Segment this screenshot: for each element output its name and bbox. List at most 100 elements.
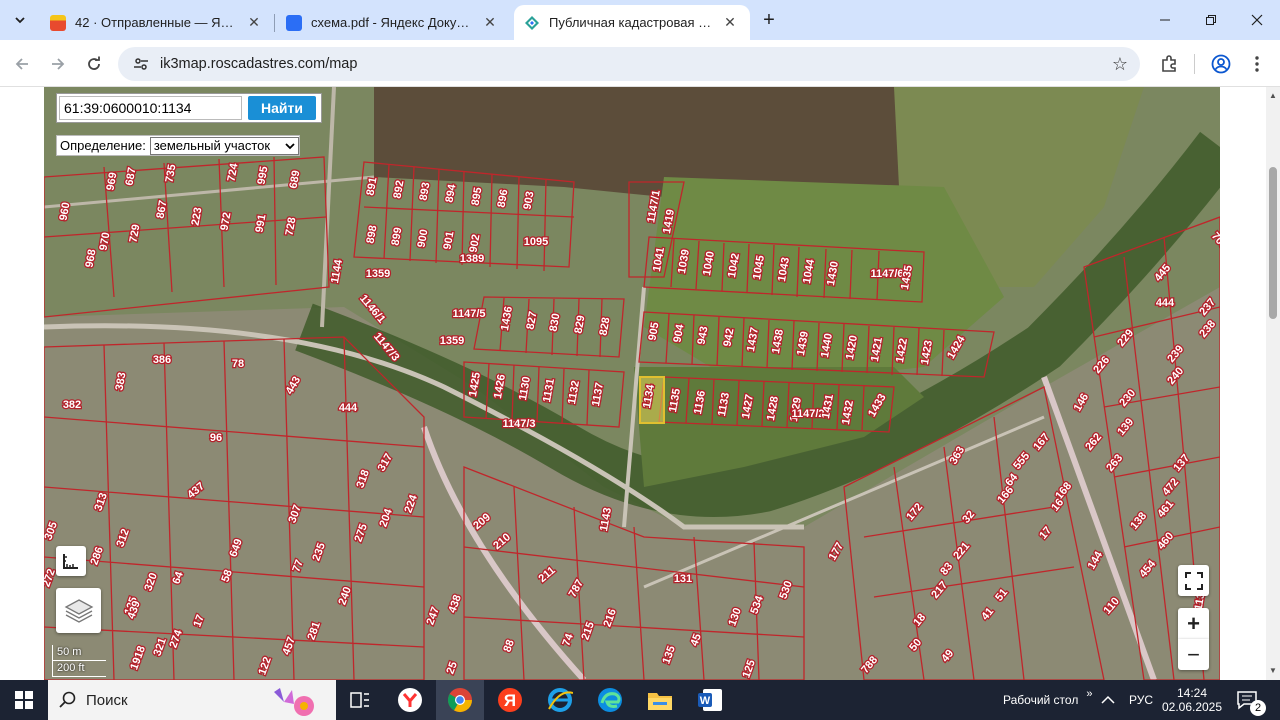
definition-value: земельный участок	[153, 138, 271, 153]
windows-taskbar: Поиск Я W Рабочий стол » РУС 14:24 02.06.…	[0, 680, 1280, 720]
tray-overflow-button[interactable]	[1101, 680, 1115, 720]
tab-title: 42 · Отправленные — Яндекс	[75, 15, 238, 30]
forward-button[interactable]	[44, 50, 72, 78]
browser-toolbar: ik3map.roscadastres.com/map ☆	[0, 40, 1280, 87]
parcel-label[interactable]: 78	[231, 357, 246, 372]
scale-imperial: 200 ft	[52, 661, 106, 677]
parcel-label[interactable]: 131	[673, 572, 694, 587]
cadastral-search-panel: Найти	[56, 93, 322, 123]
map-scale: 50 m 200 ft	[52, 645, 106, 677]
fullscreen-button[interactable]	[1178, 565, 1209, 596]
tab-title: Публичная кадастровая карта	[549, 15, 714, 30]
tab-search-dropdown[interactable]	[8, 8, 32, 32]
tab-divider	[274, 14, 275, 32]
zoom-out-button[interactable]: −	[1178, 639, 1209, 670]
find-button[interactable]: Найти	[248, 96, 316, 120]
clock-date: 02.06.2025	[1161, 700, 1223, 714]
taskbar-search[interactable]: Поиск	[48, 680, 336, 720]
language-indicator[interactable]: РУС	[1129, 680, 1153, 720]
start-button[interactable]	[0, 680, 48, 720]
chevron-up-icon	[1101, 695, 1115, 704]
reload-button[interactable]	[80, 50, 108, 78]
extensions-icon[interactable]	[1157, 52, 1181, 76]
parcel-label[interactable]: 1389	[458, 252, 485, 267]
web-page: 891 892 893 894 895 896 903 898 899 900 901 902 1095…	[0, 87, 1280, 680]
bookmark-star-icon[interactable]: ☆	[1112, 54, 1128, 75]
taskbar-yandex[interactable]: Я	[486, 680, 534, 720]
ruler-button[interactable]	[56, 546, 86, 576]
search-placeholder: Поиск	[86, 691, 128, 709]
parcel-label[interactable]: 96	[209, 431, 224, 446]
url-text: ik3map.roscadastres.com/map	[160, 56, 358, 72]
desktop-toolbar-label[interactable]: Рабочий стол »	[1003, 680, 1092, 720]
close-window-button[interactable]	[1234, 0, 1280, 40]
tab-yandex-docs[interactable]: схема.pdf - Яндекс Документы ✕	[276, 5, 510, 40]
parcel-label[interactable]: 1147/6	[869, 267, 905, 282]
definition-label: Определение:	[60, 138, 146, 153]
minimize-button[interactable]	[1142, 0, 1188, 40]
svg-text:Я: Я	[504, 691, 516, 710]
desktop-label: Рабочий стол	[1003, 693, 1079, 707]
taskbar-internet-explorer[interactable]	[536, 680, 584, 720]
taskbar-yandex-browser[interactable]	[386, 680, 434, 720]
close-icon[interactable]: ✕	[480, 13, 500, 33]
parcel-label[interactable]: 1359	[364, 267, 391, 282]
task-view-button[interactable]	[336, 680, 384, 720]
back-button[interactable]	[8, 50, 36, 78]
zoom-in-button[interactable]: +	[1178, 608, 1209, 639]
scrollbar-thumb[interactable]	[1269, 167, 1277, 319]
close-icon[interactable]: ✕	[244, 13, 264, 33]
taskbar-file-explorer[interactable]	[636, 680, 684, 720]
ruler-icon	[63, 554, 78, 569]
chevron-down-icon	[285, 142, 295, 149]
tab-cadastral-map[interactable]: Публичная кадастровая карта ✕	[514, 5, 750, 40]
definition-select[interactable]: земельный участок	[149, 136, 299, 155]
menu-kebab-icon[interactable]	[1245, 52, 1269, 76]
flower-search-highlight-icon	[274, 688, 314, 716]
scroll-up-icon[interactable]: ▲	[1268, 91, 1278, 101]
parcel-label[interactable]: 1359	[438, 334, 465, 349]
parcel-label[interactable]: 1147/5	[451, 307, 487, 322]
profile-icon[interactable]	[1209, 52, 1233, 76]
scroll-down-icon[interactable]: ▼	[1268, 666, 1278, 676]
browser-tab-bar: 42 · Отправленные — Яндекс ✕ схема.pdf -…	[0, 0, 1280, 40]
clock[interactable]: 14:24 02.06.2025	[1162, 680, 1222, 720]
close-icon[interactable]: ✕	[720, 13, 740, 33]
windows-logo-icon	[15, 691, 33, 709]
address-bar[interactable]: ik3map.roscadastres.com/map ☆	[118, 47, 1140, 81]
cadastral-number-input[interactable]	[59, 96, 242, 120]
chrome-icon	[447, 688, 472, 713]
taskbar-chrome[interactable]	[436, 680, 484, 720]
map-canvas[interactable]: 891 892 893 894 895 896 903898 899 900 901 902 1095…	[44, 87, 1220, 680]
site-info-icon[interactable]	[126, 56, 156, 72]
notifications-button[interactable]: 2	[1236, 680, 1266, 720]
folder-icon	[648, 693, 672, 710]
parcel-label[interactable]: 444	[338, 401, 360, 416]
cadastral-map[interactable]: 891 892 893 894 895 896 903 898 899 900 901 902 1095…	[44, 87, 1220, 680]
parcel-label[interactable]: 382	[62, 398, 83, 413]
restore-button[interactable]	[1188, 0, 1234, 40]
yandex-icon: Я	[498, 688, 522, 712]
restore-icon	[1206, 15, 1216, 25]
taskbar-word[interactable]: W	[686, 680, 734, 720]
tab-yandex-mail[interactable]: 42 · Отправленные — Яндекс ✕	[40, 5, 274, 40]
layers-button[interactable]	[56, 588, 101, 633]
page-scrollbar[interactable]: ▲ ▼	[1266, 87, 1280, 680]
svg-text:W: W	[700, 695, 711, 707]
edge-icon	[598, 688, 622, 712]
internet-explorer-icon	[548, 688, 573, 712]
new-tab-button[interactable]: +	[758, 9, 780, 31]
document-icon	[286, 14, 302, 31]
definition-panel: Определение: земельный участок	[56, 135, 300, 156]
taskbar-edge[interactable]	[586, 680, 634, 720]
parcel-label[interactable]: 1147/3	[501, 417, 537, 432]
layers-icon	[64, 598, 93, 623]
parcel-label[interactable]: 386	[152, 353, 173, 368]
toolbar-divider	[1194, 54, 1195, 74]
map-logo-icon	[524, 15, 540, 31]
clock-time: 14:24	[1176, 686, 1208, 700]
parcel-label[interactable]: 444	[1155, 296, 1177, 311]
parcel-label[interactable]: 1095	[522, 235, 549, 250]
language-label: РУС	[1129, 693, 1154, 707]
arrow-right-icon	[52, 58, 65, 70]
